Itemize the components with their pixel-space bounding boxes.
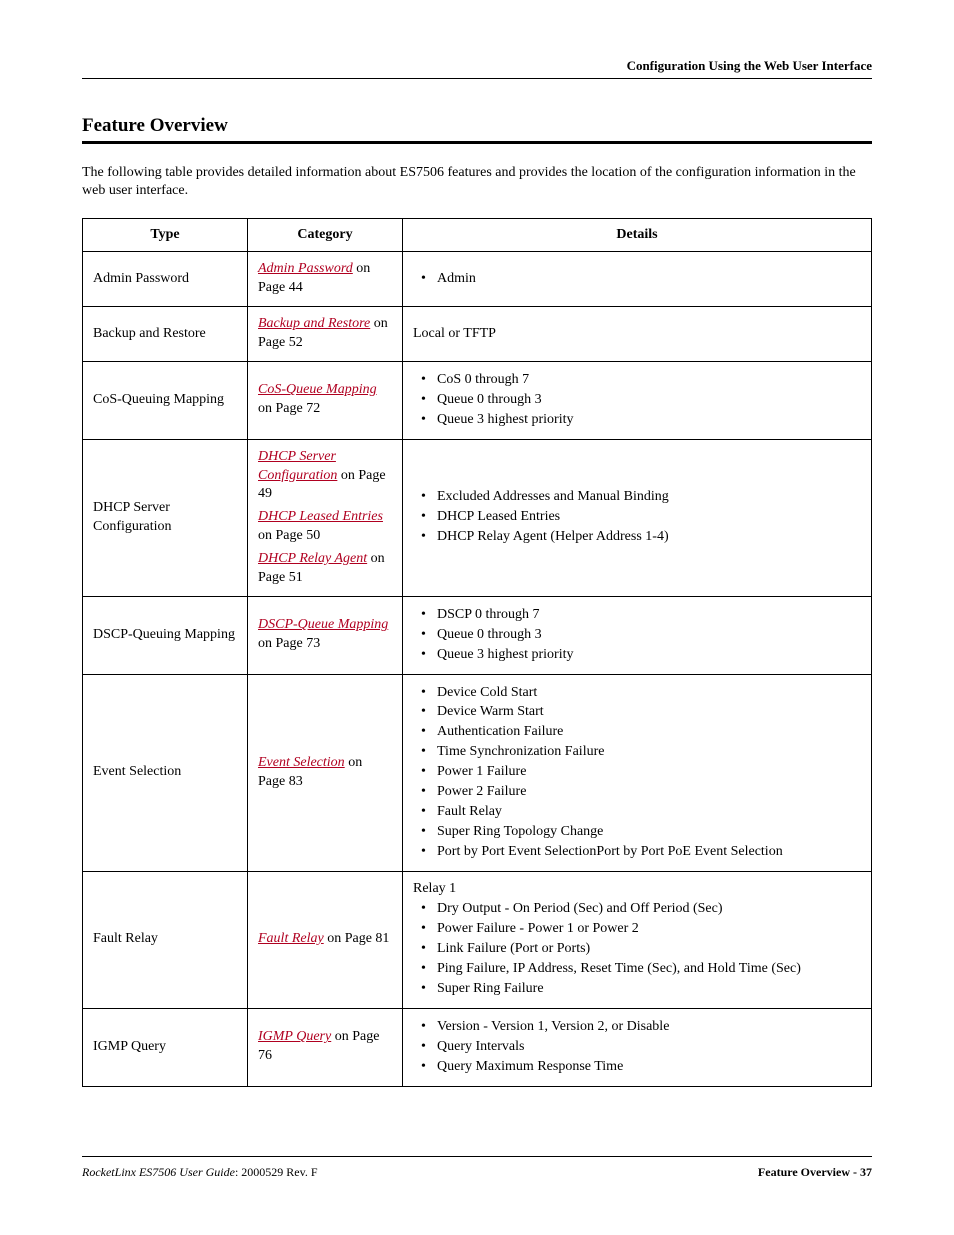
details-list: Excluded Addresses and Manual BindingDHC… (413, 488, 861, 547)
details-item: Ping Failure, IP Address, Reset Time (Se… (415, 960, 861, 979)
details-item: Query Intervals (415, 1038, 861, 1057)
header-rule (82, 78, 872, 79)
category-link[interactable]: CoS-Queue Mapping (258, 382, 377, 397)
cell-category: CoS-Queue Mapping on Page 72 (248, 361, 403, 439)
category-suffix: on Page 81 (324, 931, 390, 946)
details-item: Port by Port Event SelectionPort by Port… (415, 843, 861, 862)
details-list: DSCP 0 through 7Queue 0 through 3Queue 3… (413, 606, 861, 665)
th-category: Category (248, 219, 403, 252)
details-item: Queue 3 highest priority (415, 411, 861, 430)
cell-details: Local or TFTP (403, 307, 872, 362)
details-item: Power 2 Failure (415, 783, 861, 802)
details-list: Dry Output - On Period (Sec) and Off Per… (413, 900, 861, 998)
table-header-row: Type Category Details (83, 219, 872, 252)
details-item: Dry Output - On Period (Sec) and Off Per… (415, 900, 861, 919)
cell-type: Event Selection (83, 674, 248, 871)
details-item: Queue 0 through 3 (415, 391, 861, 410)
table-row: DHCP Server ConfigurationDHCP Server Con… (83, 439, 872, 596)
cell-category: DSCP-Queue Mapping on Page 73 (248, 596, 403, 674)
details-item: Device Warm Start (415, 703, 861, 722)
details-list: CoS 0 through 7Queue 0 through 3Queue 3 … (413, 371, 861, 430)
table-row: Admin PasswordAdmin Password on Page 44A… (83, 252, 872, 307)
details-item: Query Maximum Response Time (415, 1058, 861, 1077)
cell-category: IGMP Query on Page 76 (248, 1008, 403, 1086)
details-list: Device Cold StartDevice Warm StartAuthen… (413, 684, 861, 862)
cell-category: Backup and Restore on Page 52 (248, 307, 403, 362)
category-link[interactable]: DHCP Server Configuration (258, 449, 337, 483)
details-item: Admin (415, 270, 861, 289)
cell-type: IGMP Query (83, 1008, 248, 1086)
details-item: Authentication Failure (415, 723, 861, 742)
details-item: Link Failure (Port or Ports) (415, 940, 861, 959)
details-list: Version - Version 1, Version 2, or Disab… (413, 1018, 861, 1077)
page-footer: RocketLinx ES7506 User Guide: 2000529 Re… (82, 1156, 872, 1180)
cell-details: DSCP 0 through 7Queue 0 through 3Queue 3… (403, 596, 872, 674)
table-row: Event SelectionEvent Selection on Page 8… (83, 674, 872, 871)
category-link[interactable]: DHCP Relay Agent (258, 551, 367, 566)
category-link[interactable]: DSCP-Queue Mapping (258, 617, 388, 632)
running-header: Configuration Using the Web User Interfa… (627, 58, 872, 74)
details-item: DHCP Leased Entries (415, 508, 861, 527)
cell-category: DHCP Server Configuration on Page 49DHCP… (248, 439, 403, 596)
table-row: DSCP-Queuing MappingDSCP-Queue Mapping o… (83, 596, 872, 674)
details-item: Queue 3 highest priority (415, 646, 861, 665)
cell-details: Device Cold StartDevice Warm StartAuthen… (403, 674, 872, 871)
th-type: Type (83, 219, 248, 252)
table-row: Fault RelayFault Relay on Page 81Relay 1… (83, 871, 872, 1008)
details-item: Super Ring Topology Change (415, 823, 861, 842)
table-row: IGMP QueryIGMP Query on Page 76 Version -… (83, 1008, 872, 1086)
section-rule (82, 141, 872, 144)
footer-left: RocketLinx ES7506 User Guide: 2000529 Re… (82, 1165, 318, 1180)
details-item: Version - Version 1, Version 2, or Disab… (415, 1018, 861, 1037)
category-suffix: on Page 73 (258, 636, 320, 651)
features-table: Type Category Details Admin PasswordAdmi… (82, 218, 872, 1086)
details-item: Excluded Addresses and Manual Binding (415, 488, 861, 507)
th-details: Details (403, 219, 872, 252)
cell-details: Admin (403, 252, 872, 307)
category-link[interactable]: DHCP Leased Entries (258, 509, 383, 524)
cell-details: CoS 0 through 7Queue 0 through 3Queue 3 … (403, 361, 872, 439)
footer-doc-rev: : 2000529 Rev. F (235, 1165, 318, 1179)
category-link[interactable]: Event Selection (258, 755, 345, 770)
section-title: Feature Overview (82, 115, 872, 137)
cell-category: Admin Password on Page 44 (248, 252, 403, 307)
cell-type: Backup and Restore (83, 307, 248, 362)
details-list: Admin (413, 270, 861, 289)
details-item: DSCP 0 through 7 (415, 606, 861, 625)
details-item: Time Synchronization Failure (415, 743, 861, 762)
cell-type: Admin Password (83, 252, 248, 307)
category-link[interactable]: IGMP Query (258, 1029, 331, 1044)
details-pre: Relay 1 (413, 880, 861, 899)
details-item: Super Ring Failure (415, 980, 861, 999)
cell-type: DSCP-Queuing Mapping (83, 596, 248, 674)
page-content: Feature Overview The following table pro… (82, 115, 872, 1087)
cell-details: Version - Version 1, Version 2, or Disab… (403, 1008, 872, 1086)
details-item: Fault Relay (415, 803, 861, 822)
table-row: CoS-Queuing MappingCoS-Queue Mapping on … (83, 361, 872, 439)
details-item: DHCP Relay Agent (Helper Address 1-4) (415, 528, 861, 547)
cell-details: Relay 1Dry Output - On Period (Sec) and … (403, 871, 872, 1008)
details-item: Power Failure - Power 1 or Power 2 (415, 920, 861, 939)
category-suffix: on Page 50 (258, 528, 320, 543)
details-item: Power 1 Failure (415, 763, 861, 782)
category-link[interactable]: Fault Relay (258, 931, 324, 946)
cell-type: Fault Relay (83, 871, 248, 1008)
footer-doc-title: RocketLinx ES7506 User Guide (82, 1165, 235, 1179)
cell-category: Event Selection on Page 83 (248, 674, 403, 871)
cell-details: Excluded Addresses and Manual BindingDHC… (403, 439, 872, 596)
footer-right: Feature Overview - 37 (758, 1165, 872, 1180)
category-suffix: on Page 72 (258, 401, 320, 416)
details-item: Queue 0 through 3 (415, 626, 861, 645)
category-link[interactable]: Backup and Restore (258, 316, 370, 331)
details-item: Device Cold Start (415, 684, 861, 703)
cell-category: Fault Relay on Page 81 (248, 871, 403, 1008)
details-item: CoS 0 through 7 (415, 371, 861, 390)
cell-type: DHCP Server Configuration (83, 439, 248, 596)
category-link[interactable]: Admin Password (258, 261, 353, 276)
table-row: Backup and RestoreBackup and Restore on … (83, 307, 872, 362)
intro-paragraph: The following table provides detailed in… (82, 164, 872, 200)
footer-rule (82, 1156, 872, 1157)
cell-type: CoS-Queuing Mapping (83, 361, 248, 439)
